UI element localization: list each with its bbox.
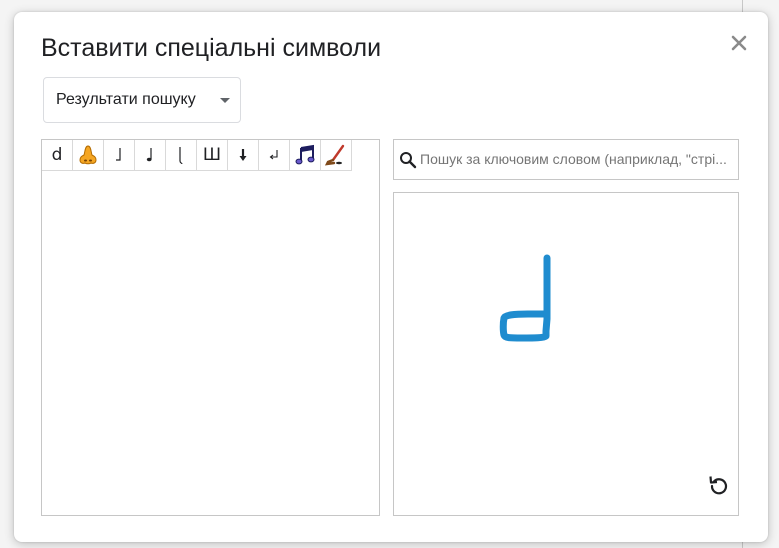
reset-drawing-button[interactable] <box>706 472 732 498</box>
keyword-search-box[interactable] <box>393 139 739 180</box>
category-dropdown[interactable]: Результати пошуку <box>43 77 241 123</box>
symbol-cell-music-notes[interactable] <box>290 140 321 171</box>
symbol-glyph: Ш <box>202 145 222 165</box>
hockey-stick-icon <box>325 144 345 166</box>
symbol-cell-note-hook[interactable] <box>104 140 135 171</box>
symbol-cell-return-arrow[interactable] <box>259 140 290 171</box>
dialog-title: Вставити спеціальні символи <box>41 34 382 62</box>
quarter-note-icon <box>146 148 152 162</box>
symbol-cell-sha[interactable]: Ш <box>197 140 228 171</box>
symbol-results-row: d Ш <box>42 140 352 171</box>
symbol-results-panel: d Ш <box>41 139 380 516</box>
symbol-cell-hockey[interactable] <box>321 140 352 171</box>
handwritten-stroke <box>499 254 551 342</box>
symbol-glyph: d <box>51 145 63 165</box>
drawing-canvas[interactable] <box>393 192 739 516</box>
symbol-cell-down-arrow[interactable] <box>228 140 259 171</box>
close-button[interactable] <box>728 32 750 54</box>
symbol-cell-nose[interactable] <box>73 140 104 171</box>
close-icon <box>731 35 747 51</box>
special-characters-dialog: Вставити спеціальні символи Результати п… <box>14 12 768 542</box>
music-notes-icon <box>295 144 315 165</box>
down-arrow-icon <box>239 149 247 161</box>
search-icon <box>400 152 417 169</box>
return-arrow-icon <box>269 150 278 160</box>
category-dropdown-label: Результати пошуку <box>56 91 196 108</box>
note-hook-glyph-icon <box>116 148 121 161</box>
nose-icon <box>79 145 97 165</box>
symbol-cell-d[interactable]: d <box>42 140 73 171</box>
symbol-cell-half-note-stem[interactable] <box>166 140 197 171</box>
symbol-cell-quarter-note[interactable] <box>135 140 166 171</box>
refresh-icon <box>709 476 728 495</box>
keyword-search-input[interactable] <box>420 148 736 170</box>
chevron-down-icon <box>220 98 230 103</box>
half-note-stem-icon <box>179 147 183 165</box>
